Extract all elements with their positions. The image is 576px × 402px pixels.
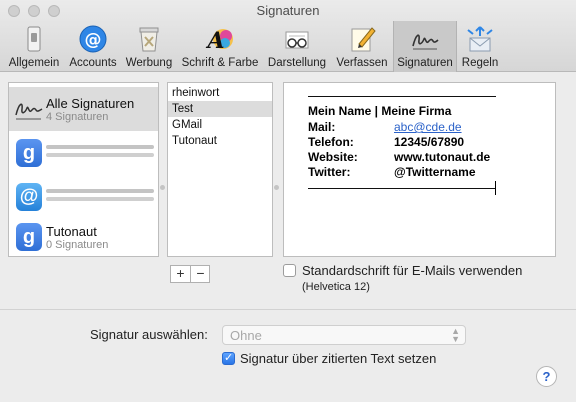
- account-item-alle-signaturen[interactable]: Alle Signaturen 4 Signaturen: [9, 87, 158, 131]
- tab-allgemein-label: Allgemein: [8, 57, 60, 69]
- account-signature-count: 4 Signaturen: [46, 111, 109, 123]
- tab-allgemein[interactable]: Allgemein: [4, 21, 64, 72]
- pencil-icon: [351, 27, 376, 52]
- glasses-icon: [285, 31, 309, 49]
- signature-icon: [412, 34, 439, 50]
- add-remove-control: + −: [170, 265, 210, 283]
- tab-signaturen-label: Signaturen: [397, 57, 453, 69]
- account-item-google-1[interactable]: g: [9, 131, 158, 175]
- at-icon: @: [79, 25, 107, 53]
- signatures-list: rheinwort Test GMail Tutonaut: [167, 82, 273, 257]
- choose-signature-value: Ohne: [230, 328, 262, 343]
- tab-accounts-label: Accounts: [69, 57, 117, 69]
- account-signature-count: 0 Signaturen: [46, 239, 109, 251]
- account-item-tutonaut[interactable]: g Tutonaut 0 Signaturen: [9, 215, 158, 259]
- place-above-quote-checkbox[interactable]: [222, 351, 235, 365]
- font-color-icon: A: [205, 28, 233, 54]
- signature-item[interactable]: GMail: [168, 117, 272, 133]
- signature-item[interactable]: Tutonaut: [168, 133, 272, 149]
- account-name: Alle Signaturen: [46, 96, 135, 111]
- default-font-hint: (Helvetica 12): [302, 281, 370, 293]
- section-divider: [0, 309, 576, 310]
- title-bar: Signaturen Allgemein @ Accounts Werbung …: [0, 0, 576, 72]
- rules-icon: [467, 26, 493, 52]
- default-font-checkbox[interactable]: [283, 264, 296, 277]
- add-signature-button[interactable]: +: [171, 266, 190, 282]
- tab-signaturen[interactable]: Signaturen: [393, 21, 457, 72]
- signature-item[interactable]: rheinwort: [168, 85, 272, 101]
- separator-line: [308, 96, 496, 97]
- split-handle[interactable]: [274, 185, 279, 190]
- signature-editor[interactable]: Mein Name | Meine Firma Mail: abc@cde.de…: [283, 82, 556, 257]
- tab-regeln-label: Regeln: [461, 57, 499, 69]
- signature-title-line: Mein Name | Meine Firma: [308, 104, 452, 118]
- help-button[interactable]: ?: [536, 366, 557, 387]
- signature-phone-label: Telefon:: [308, 135, 354, 149]
- google-icon: g: [16, 139, 42, 167]
- tab-verfassen-label: Verfassen: [336, 57, 388, 69]
- tab-werbung[interactable]: Werbung: [122, 21, 176, 72]
- tab-verfassen[interactable]: Verfassen: [332, 21, 392, 72]
- signature-mail-label: Mail:: [308, 120, 336, 134]
- signature-twitter-label: Twitter:: [308, 165, 351, 179]
- switch-icon: [27, 26, 41, 52]
- accounts-list: Alle Signaturen 4 Signaturen g @ g Tuton…: [8, 82, 159, 257]
- preferences-toolbar: Allgemein @ Accounts Werbung A Schrift &…: [0, 21, 576, 72]
- signature-mail-link[interactable]: abc@cde.de: [394, 120, 462, 134]
- choose-signature-label: Signatur auswählen:: [90, 327, 208, 342]
- default-font-label[interactable]: Standardschrift für E-Mails verwenden: [302, 263, 522, 278]
- window-title: Signaturen: [256, 3, 320, 18]
- redacted-account-name: [46, 189, 154, 193]
- choose-signature-popup[interactable]: Ohne ▲ ▼: [222, 325, 466, 345]
- tab-werbung-label: Werbung: [125, 57, 173, 69]
- remove-signature-button[interactable]: −: [191, 266, 210, 282]
- svg-text:A: A: [205, 28, 224, 54]
- signature-icon: [15, 103, 43, 120]
- account-item-mail-1[interactable]: @: [9, 175, 158, 219]
- redacted-account-detail: [46, 153, 154, 157]
- text-cursor: [495, 181, 496, 195]
- account-name: Tutonaut: [46, 224, 97, 239]
- at-icon: @: [16, 183, 42, 211]
- tab-regeln[interactable]: Regeln: [458, 21, 502, 72]
- place-above-quote-label[interactable]: Signatur über zitierten Text setzen: [240, 351, 436, 366]
- preferences-window: Signaturen Allgemein @ Accounts Werbung …: [0, 0, 576, 402]
- signature-item[interactable]: Test: [168, 101, 272, 117]
- signature-twitter-value: @Twittername: [394, 165, 476, 179]
- signature-phone-value: 12345/67890: [394, 135, 465, 149]
- signature-website-value: www.tutonaut.de: [394, 150, 491, 164]
- trash-icon: [139, 27, 159, 52]
- split-handle[interactable]: [160, 185, 165, 190]
- tab-schrift-farbe[interactable]: A Schrift & Farbe: [178, 21, 262, 72]
- redacted-account-detail: [46, 197, 154, 201]
- separator-line: [308, 188, 496, 189]
- tab-schrift-farbe-label: Schrift & Farbe: [181, 57, 259, 69]
- tab-darstellung[interactable]: Darstellung: [264, 21, 330, 72]
- tab-accounts[interactable]: @ Accounts: [66, 21, 120, 72]
- updown-chevron-icon: ▲ ▼: [451, 326, 460, 344]
- signature-website-label: Website:: [308, 150, 358, 164]
- google-icon: g: [16, 223, 42, 251]
- tab-darstellung-label: Darstellung: [267, 57, 327, 69]
- redacted-account-name: [46, 145, 154, 149]
- svg-text:@: @: [85, 30, 102, 50]
